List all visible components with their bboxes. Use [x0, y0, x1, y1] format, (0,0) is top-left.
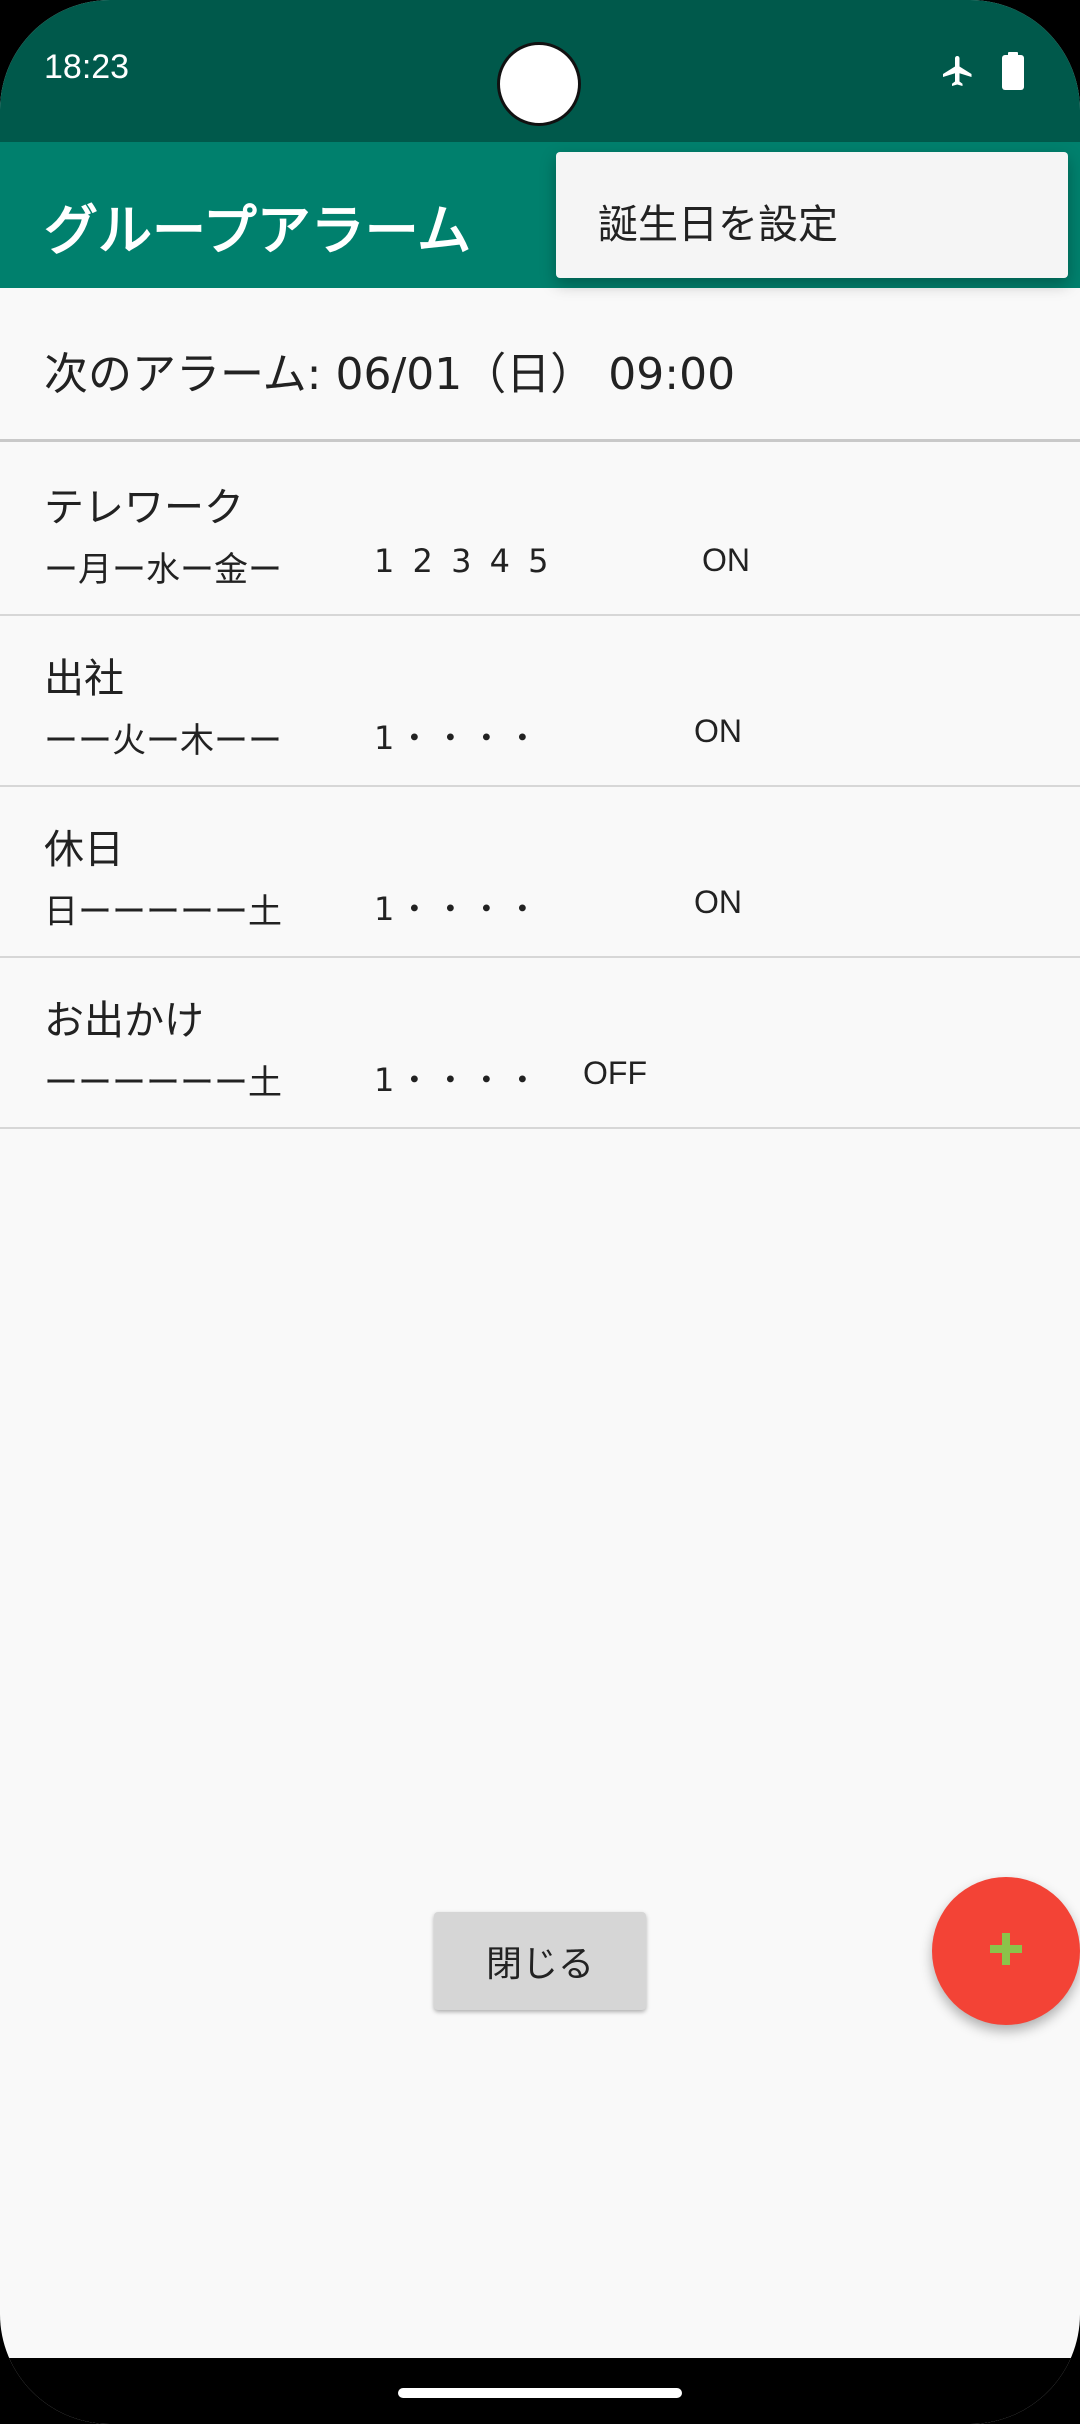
alarm-group-name: 休日 — [44, 827, 124, 873]
overflow-popup-menu: 誕生日を設定 — [556, 152, 1068, 278]
alarm-group-numbers: 1・・・・ — [374, 719, 543, 757]
next-alarm-banner: 次のアラーム: 06/01（日） 09:00 — [0, 288, 1080, 442]
alarm-group-state: ON — [694, 713, 742, 749]
camera-cutout — [497, 42, 581, 126]
alarm-group-state: ON — [702, 542, 750, 578]
alarm-group-numbers: 1・・・・ — [374, 1061, 543, 1099]
add-group-fab[interactable] — [932, 1877, 1080, 2025]
alarm-group-row[interactable]: お出かけ ーーーーーー土 1・・・・ OFF — [0, 958, 1080, 1129]
alarm-group-state: ON — [694, 884, 742, 920]
alarm-group-days: 日ーーーーー土 — [44, 892, 282, 932]
alarm-group-row[interactable]: 休日 日ーーーーー土 1・・・・ ON — [0, 787, 1080, 958]
phone-screen: 18:23 グループアラーム 誕生日を設定 次のアラーム: 06/01（日） 0… — [0, 0, 1080, 2424]
alarm-group-row[interactable]: テレワーク ー月ー水ー金ー 1 2 3 4 5 ON — [0, 445, 1080, 616]
alarm-group-name: お出かけ — [44, 998, 204, 1044]
alarm-group-name: 出社 — [44, 656, 124, 702]
close-button[interactable]: 閉じる — [434, 1912, 646, 2010]
airplane-icon — [940, 53, 976, 93]
alarm-group-state: OFF — [583, 1055, 647, 1091]
app-title: グループアラーム — [44, 199, 472, 262]
menu-item-set-birthday[interactable]: 誕生日を設定 — [598, 192, 838, 250]
status-icons — [940, 52, 1024, 94]
status-time: 18:23 — [44, 48, 130, 86]
plus-icon — [986, 1929, 1026, 1973]
alarm-group-days: ーー火ー木ーー — [44, 721, 282, 761]
next-alarm-text: 次のアラーム: 06/01（日） 09:00 — [44, 349, 736, 400]
home-gesture-handle[interactable] — [398, 2388, 682, 2398]
alarm-group-name: テレワーク — [44, 485, 244, 531]
status-bar: 18:23 — [0, 0, 1080, 142]
alarm-group-days: ー月ー水ー金ー — [44, 550, 282, 590]
battery-icon — [1002, 52, 1024, 94]
alarm-group-days: ーーーーーー土 — [44, 1063, 282, 1103]
alarm-group-numbers: 1 2 3 4 5 — [374, 542, 553, 580]
alarm-group-numbers: 1・・・・ — [374, 890, 543, 928]
alarm-group-row[interactable]: 出社 ーー火ー木ーー 1・・・・ ON — [0, 616, 1080, 787]
